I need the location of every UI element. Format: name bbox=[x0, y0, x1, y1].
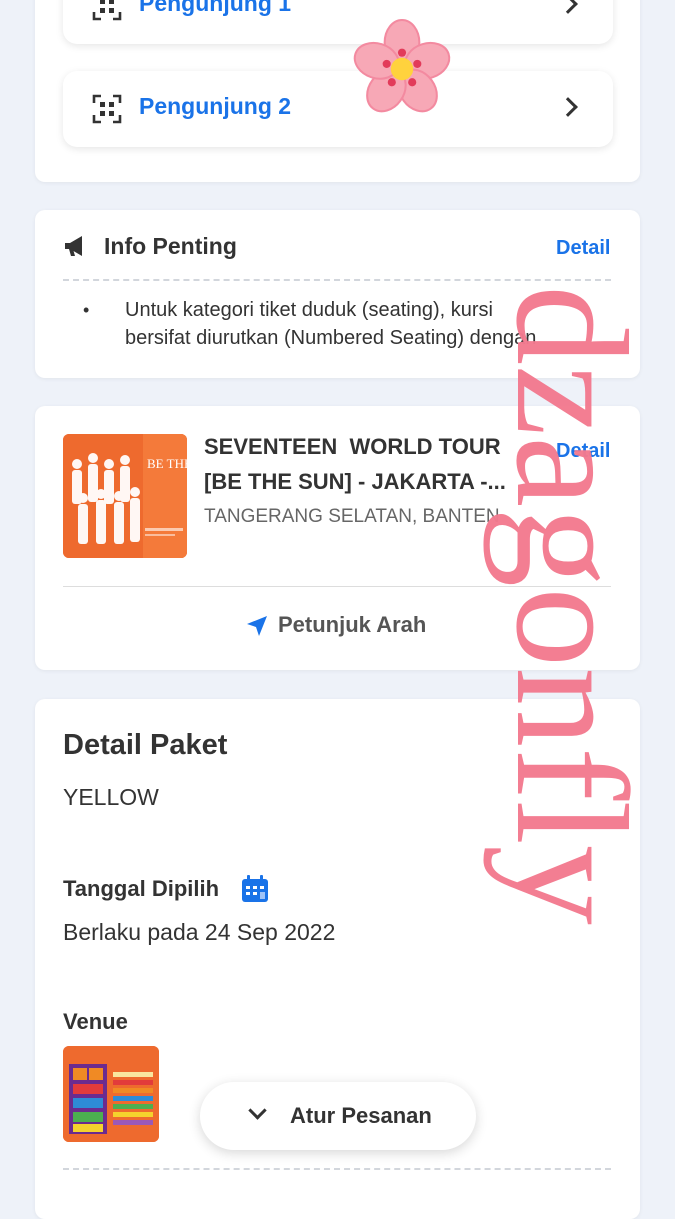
visitor-label: Pengunjung 2 bbox=[139, 93, 292, 119]
date-label: Tanggal Dipilih bbox=[63, 876, 220, 901]
qr-code-icon bbox=[92, 94, 122, 124]
divider bbox=[63, 279, 611, 281]
manage-order-label: Atur Pesanan bbox=[290, 1103, 432, 1128]
qr-code-icon bbox=[92, 0, 122, 21]
info-text-line-1: Untuk kategori tiket duduk (seating), ku… bbox=[125, 299, 493, 321]
divider bbox=[63, 1168, 611, 1170]
calendar-icon[interactable] bbox=[240, 874, 270, 904]
info-text-line-2: bersifat diurutkan (Numbered Seating) de… bbox=[125, 327, 537, 349]
cherry-blossom-sticker bbox=[353, 19, 451, 113]
venue-seatmap-image[interactable] bbox=[63, 1046, 159, 1142]
seatmap-artwork bbox=[63, 1046, 159, 1142]
package-heading: Detail Paket bbox=[63, 729, 228, 761]
date-value: Berlaku pada 24 Sep 2022 bbox=[63, 919, 336, 945]
info-title: Info Penting bbox=[104, 233, 237, 259]
navigation-arrow-icon bbox=[247, 616, 267, 636]
poster-title-text: BE THE bbox=[147, 456, 187, 471]
event-title-line-2: [BE THE SUN] - JAKARTA -... bbox=[204, 469, 506, 494]
event-title-line-1: SEVENTEEN WORLD TOUR bbox=[204, 434, 501, 459]
manage-order-button[interactable]: Atur Pesanan bbox=[200, 1082, 476, 1150]
chevron-down-icon bbox=[248, 1101, 267, 1120]
watermark-text: dzagonfly bbox=[483, 285, 661, 925]
poster-artwork bbox=[63, 434, 187, 558]
chevron-right-icon[interactable] bbox=[558, 0, 578, 14]
chevron-right-icon[interactable] bbox=[558, 97, 578, 117]
directions-label: Petunjuk Arah bbox=[278, 612, 427, 637]
event-location: TANGERANG SELATAN, BANTEN bbox=[204, 506, 500, 527]
info-detail-link[interactable]: Detail bbox=[556, 237, 610, 260]
visitor-row-2[interactable]: Pengunjung 2 bbox=[63, 71, 613, 147]
package-name: YELLOW bbox=[63, 784, 159, 810]
event-poster-image: BE THE bbox=[63, 434, 187, 558]
bullet: • bbox=[83, 300, 90, 320]
megaphone-icon bbox=[65, 236, 82, 256]
visitor-row-1[interactable]: Pengunjung 1 bbox=[63, 0, 613, 44]
venue-label: Venue bbox=[63, 1009, 128, 1034]
visitor-label: Pengunjung 1 bbox=[139, 0, 292, 16]
